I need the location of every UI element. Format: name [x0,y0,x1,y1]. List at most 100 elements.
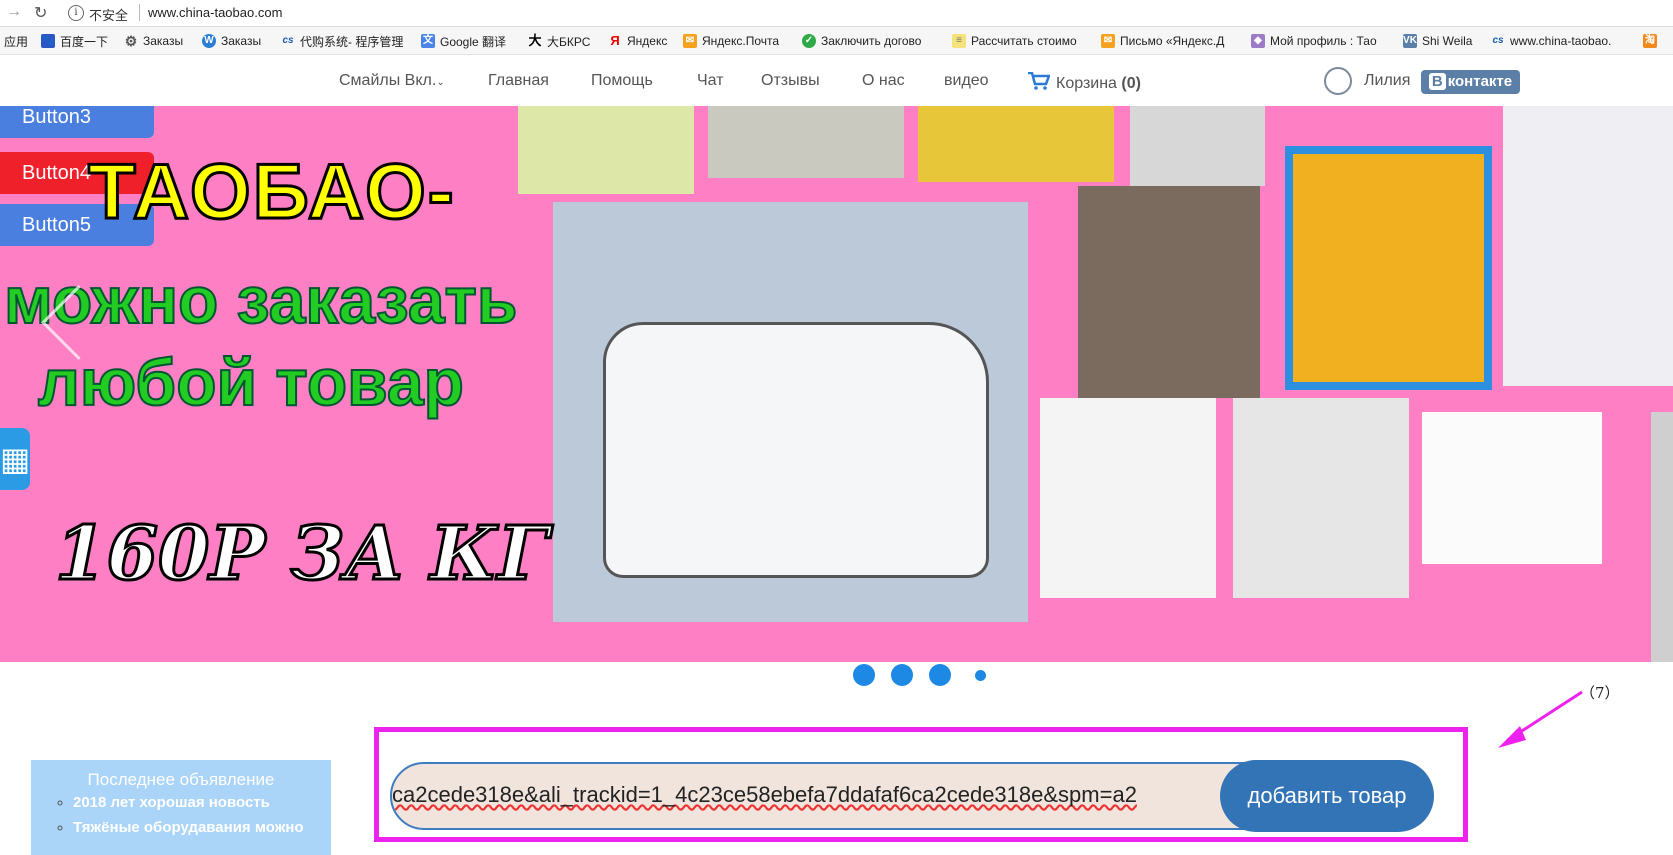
green-icon: ✓ [802,34,816,48]
bookmark-baidu[interactable]: 🐾 百度一下 [41,33,108,49]
announcement-item[interactable]: 2018 лет хорошая новость [73,794,304,811]
bookmark-profile[interactable]: ◆ Мой профиль : Тао [1251,33,1377,49]
nav-about[interactable]: О нас [862,72,905,90]
bookmark-label: Заказы [143,34,184,48]
bookmark-daigou[interactable]: cs 代购系统- 程序管理 [281,33,403,49]
w-icon: W [202,34,216,48]
bookmark-label: Письмо «Яндекс.Д [1120,34,1225,48]
product-photo-kick-scooter [1130,106,1265,186]
cs-icon: cs [1492,35,1504,46]
bookmark-label: Рассчитать стоимо [971,34,1077,48]
back-icon[interactable]: → [6,3,22,21]
bookmark-orders-2[interactable]: W Заказы [202,33,261,49]
bookmark-label: 百度一下 [60,34,109,49]
product-photo-auto-parts [1233,398,1409,598]
baidu-icon: 🐾 [41,34,55,48]
button-label: Button3 [22,106,91,128]
product-photo-electric-scooter [1078,186,1260,398]
vk-icon: VK [1403,34,1417,48]
bookmarks-bar: 应用 🐾 百度一下 ⚙ Заказы W Заказы cs 代购系统- 程序管理 文G… [0,27,1673,55]
cart-label: Корзина [1056,75,1117,92]
bookmark-label: Shi Weila [1422,34,1473,48]
bookmark-orders-1[interactable]: ⚙ Заказы [124,33,183,49]
url-field[interactable]: www.china-taobao.com [148,5,282,20]
yandex-icon: Я [610,33,620,48]
bookmark-contract[interactable]: ✓ Заключить догово [802,33,921,49]
product-photo-scooter [518,106,694,194]
cs-icon: cs [282,35,294,46]
button-label: Button5 [22,214,91,236]
bookmark-yandex-mail[interactable]: ✉ Яндекс.Почта [683,33,779,49]
user-icon[interactable] [1324,67,1352,95]
button-label: Button4 [22,162,91,184]
product-photo-hoverboards [1285,146,1492,390]
vk-label: контакте [1447,73,1513,90]
bookmark-yandex[interactable]: Я Яндекс [608,33,667,49]
info-icon[interactable]: i [68,5,84,21]
dabkrs-icon: 大 [528,33,542,48]
announcement-panel: Последнее объявление 2018 лет хорошая но… [31,760,331,855]
nav-video[interactable]: видео [944,72,989,90]
product-photo-electric-car [553,202,1028,622]
nav-help[interactable]: Помощь [591,72,653,90]
hero-banner[interactable]: Button3 Button4 Button5 ТАОБАО- можно за… [0,106,1673,662]
side-button-3[interactable]: Button3 [0,106,154,138]
user-name[interactable]: Лилия [1364,72,1410,90]
bookmark-label: Яндекс [627,34,668,48]
profile-icon: ◆ [1251,34,1265,48]
bookmark-vk[interactable]: VK Shi Weila [1403,33,1472,49]
carousel-dot-1[interactable] [853,664,875,686]
announcement-item-label: Тяжёные оборудавания можно [73,819,304,836]
bookmark-label: Заказы [221,34,262,48]
chevron-down-icon: ⌄ [436,77,445,88]
bookmark-label: www.china-taobao. [1510,34,1612,48]
address-bar: → ↻ i 不安全 www.china-taobao.com [0,0,1673,27]
bookmark-china-taobao[interactable]: cs www.china-taobao. [1491,33,1611,49]
nav-label: Смайлы Вкл. [339,72,437,89]
product-photo-toy-car [918,106,1114,182]
product-url-value: ca2cede318e&ali_trackid=1_4c23ce58ebefa7… [392,782,1137,807]
cart-icon [1028,72,1050,90]
add-product-button[interactable]: добавить товар [1220,760,1434,832]
product-photo-skateboard [708,106,904,178]
reload-icon[interactable]: ↻ [34,3,47,23]
carousel-dot-2[interactable] [891,664,913,686]
vk-login-button[interactable]: Вконтакте [1421,70,1520,94]
car-body [603,322,989,578]
nav-reviews[interactable]: Отзывы [761,72,820,90]
translate-icon: 文 [421,34,435,48]
security-label: 不安全 [89,8,129,23]
carousel-dot-4[interactable] [975,670,986,681]
product-photo-car-logos [1422,412,1602,564]
announcement-item[interactable]: Тяжёные оборудавания можно [73,819,304,836]
nav-chat[interactable]: Чат [697,72,724,90]
nav-cart[interactable]: Корзина (0) [1028,72,1141,93]
gear-icon: ⚙ [124,33,138,49]
bookmark-label: 应用 [4,34,29,49]
main-nav: Смайлы Вкл.⌄ Главная Помощь Чат Отзывы О… [0,55,1673,106]
cart-count: (0) [1121,75,1141,92]
announcement-item-label: 2018 лет хорошая новость [73,794,270,811]
bookmark-label: Заключить догово [821,34,922,48]
announcement-list: 2018 лет хорошая новость Тяжёные оборуда… [43,794,304,844]
bookmark-more[interactable]: 淘 [1643,33,1662,49]
announcement-title: Последнее объявление [87,770,275,789]
bookmark-letter[interactable]: ✉ Письмо «Яндекс.Д [1101,33,1224,49]
product-photo-bicycle-parts [1040,398,1216,598]
bookmark-icon: 淘 [1643,34,1657,48]
separator [139,4,140,21]
nav-home[interactable]: Главная [488,72,549,90]
banner-price: 160Р ЗА КГ [54,510,551,599]
bookmark-translate[interactable]: 文 Google 翻译 [421,33,506,49]
carousel-dot-3[interactable] [929,664,951,686]
bookmark-label: 大БКРС [547,34,591,49]
banner-title: ТАОБАО- [87,146,456,237]
nav-smiles[interactable]: Смайлы Вкл.⌄ [339,72,445,90]
annotation-arrow-icon [1498,690,1583,748]
bookmark-calc[interactable]: ≡ Рассчитать стоимо [952,33,1077,49]
bookmark-dabkrs[interactable]: 大大БКРС [528,33,590,49]
bookmark-label: Google 翻译 [440,34,507,49]
banner-text-line2: любой товар [37,344,465,420]
bookmark-apps[interactable]: 应用 [4,33,28,49]
calculator-icon[interactable]: ▦ [0,428,30,490]
